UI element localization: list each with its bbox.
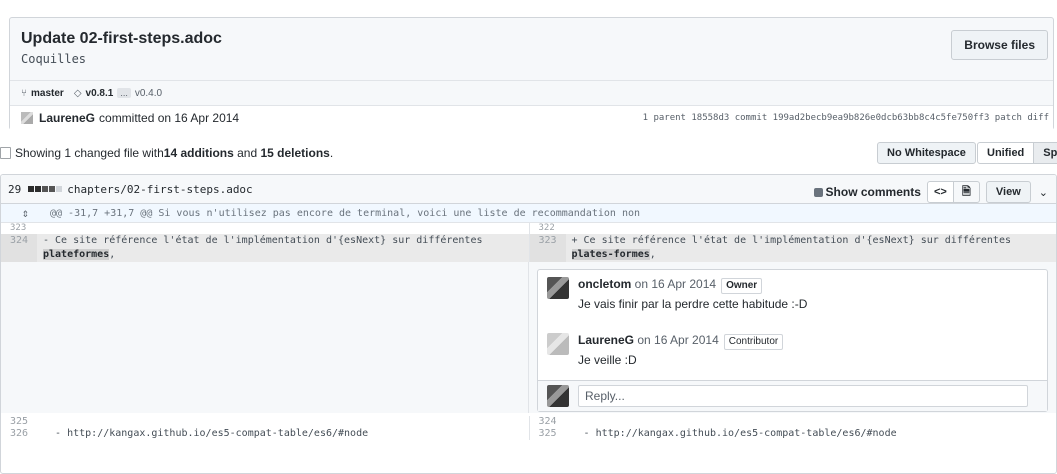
deleted-highlight: plateformes [43, 249, 110, 260]
branch-row: ⑂ master ◇ v0.8.1 ... v0.4.0 [10, 80, 1053, 105]
split-button[interactable]: Split [1033, 142, 1057, 164]
file-header: 29 chapters/02-first-steps.adoc Show com… [1, 175, 1056, 204]
no-whitespace-button[interactable]: No Whitespace [877, 142, 976, 164]
line-number[interactable]: 323 [529, 234, 566, 262]
comment-author[interactable]: LaureneG [578, 333, 634, 347]
right-side: 325 - http://kangax.github.io/es5-compat… [528, 428, 1056, 440]
added-text: + Ce site référence l'état de l'implémen… [571, 235, 1018, 246]
commit-description: Coquilles [21, 52, 87, 66]
avatar [21, 112, 33, 124]
expand-icon[interactable]: ⇕ [1, 206, 50, 220]
rich-view-button[interactable]: 🗎 [952, 181, 980, 203]
role-badge: Owner [721, 278, 763, 294]
added-highlight: plates-formes [571, 249, 650, 260]
deletions-count: 15 deletions [260, 145, 330, 160]
file-path[interactable]: chapters/02-first-steps.adoc [67, 183, 252, 196]
reply-input[interactable]: Reply... [577, 385, 1028, 407]
checkbox-icon[interactable] [813, 188, 823, 197]
file-diff: 29 chapters/02-first-steps.adoc Show com… [0, 174, 1057, 474]
added-line: 323 + Ce site référence l'état de l'impl… [528, 234, 1056, 274]
summary-prefix: Showing 1 changed file with [15, 145, 164, 160]
line-number[interactable]: 323 [1, 223, 37, 234]
comment-date[interactable]: on 16 Apr 2014 [635, 277, 716, 291]
line-number[interactable]: 325 [530, 428, 566, 440]
comment-body: Je veille :D [577, 353, 637, 367]
unified-button[interactable]: Unified [977, 142, 1035, 164]
line-number[interactable]: 325 [1, 416, 37, 428]
comment-date[interactable]: on 16 Apr 2014 [637, 333, 718, 347]
show-comments-toggle[interactable]: Show comments [813, 185, 921, 199]
browse-files-button[interactable]: Browse files [951, 30, 1048, 60]
tag-link[interactable]: v0.8.1 [86, 88, 114, 99]
right-side: 324 [528, 416, 1056, 428]
deleted-line: 324 - Ce site référence l'état de l'impl… [1, 234, 529, 274]
diff-row: 325 324 [1, 416, 1056, 428]
reply-bar: Reply... [537, 380, 1047, 411]
diffstat-blocks [28, 186, 63, 192]
expand-tags-button[interactable]: ... [117, 88, 131, 98]
document-icon: 🗎 [961, 185, 971, 198]
comment-body: Je vais finir par la perdre cette habitu… [577, 297, 808, 311]
committed-text: committed on 16 Apr 2014 [99, 111, 240, 125]
left-side: 323 [1, 223, 529, 234]
change-count: 29 [8, 182, 22, 196]
view-file-button[interactable]: View [985, 181, 1031, 203]
branch-icon: ⑂ [21, 87, 27, 99]
comment-thread: oncletom on 16 Apr 2014 Owner Je vais fin… [536, 269, 1048, 412]
diff-row: 326 - http://kangax.github.io/es5-compat… [1, 428, 1056, 440]
summary-and: and [233, 145, 261, 160]
comment: oncletom on 16 Apr 2014 Owner Je vais fin… [546, 277, 808, 311]
author-row: LaureneG committed on 16 Apr 2014 1 pare… [10, 105, 1053, 130]
code-line: - http://kangax.github.io/es5-compat-tab… [43, 428, 369, 439]
commit-title: Update 02-first-steps.adoc [21, 30, 222, 47]
file-actions: Show comments <> 🗎 View ⌄ [813, 181, 1050, 203]
commit-meta: 1 parent 18558d3 commit 199ad2becb9ea9b8… [642, 113, 1049, 123]
line-number[interactable]: 322 [530, 223, 566, 234]
right-side: 322 [528, 223, 1056, 234]
comment-cell: oncletom on 16 Apr 2014 Owner Je vais fin… [527, 262, 1056, 413]
avatar[interactable] [546, 277, 569, 299]
tag-end-link[interactable]: v0.4.0 [135, 88, 162, 99]
summary-suffix: . [329, 145, 334, 160]
author-link[interactable]: LaureneG [39, 111, 95, 125]
inline-comments-row: oncletom on 16 Apr 2014 Owner Je vais fin… [1, 262, 1056, 413]
diff-row: 323 322 [1, 223, 1056, 234]
line-number[interactable]: 326 [1, 428, 37, 440]
branch-link[interactable]: master [31, 88, 64, 99]
left-side: 326 - http://kangax.github.io/es5-compat… [1, 428, 529, 440]
hunk-header: ⇕ @@ -31,7 +31,7 @@ Si vous n'utilisez p… [1, 204, 1056, 223]
comment-author[interactable]: oncletom [578, 277, 631, 291]
chevron-down-icon[interactable]: ⌄ [1037, 186, 1050, 199]
diff-row-changed: 324 - Ce site référence l'état de l'impl… [1, 234, 1056, 274]
deleted-text: - Ce site référence l'état de l'implémen… [43, 235, 489, 246]
diff-summary-bar: Showing 1 changed file with 14 additions… [0, 140, 1057, 165]
line-number[interactable]: 324 [1, 234, 37, 262]
avatar[interactable] [546, 333, 569, 355]
commit-header: Update 02-first-steps.adoc Coquilles Bro… [9, 17, 1054, 130]
code-line: - http://kangax.github.io/es5-compat-tab… [571, 428, 897, 439]
empty-comment-cell [1, 262, 528, 413]
comment: LaureneG on 16 Apr 2014 Contributor Je ve… [546, 333, 784, 367]
avatar [546, 385, 569, 407]
diff-view-toggle: Unified Split [977, 142, 1057, 164]
source-view-button[interactable]: <> [926, 181, 954, 203]
left-side: 325 [1, 416, 529, 428]
role-badge: Contributor [723, 334, 784, 350]
tag-icon: ◇ [73, 87, 82, 99]
hunk-text: @@ -31,7 +31,7 @@ Si vous n'utilisez pas… [50, 207, 641, 219]
file-icon [0, 146, 11, 159]
additions-count[interactable]: 14 additions [164, 146, 234, 160]
line-number[interactable]: 324 [530, 416, 566, 428]
